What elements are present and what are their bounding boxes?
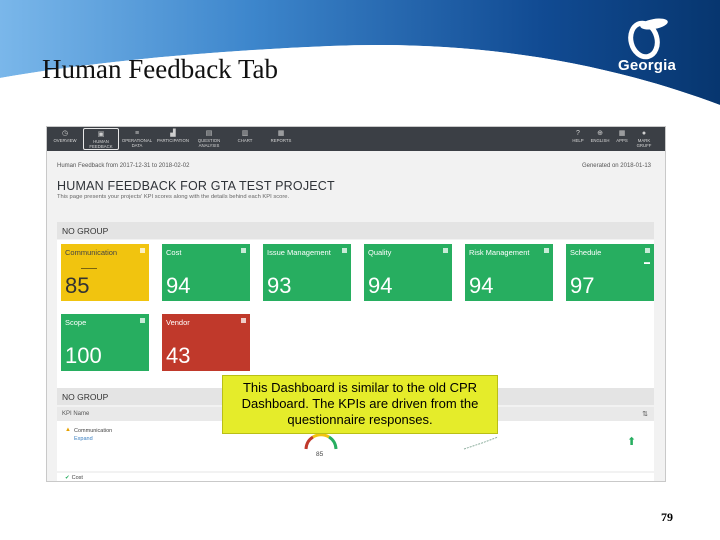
page-subtitle: This page presents your projects' KPI sc… xyxy=(57,194,290,200)
kpi-tile-quality[interactable]: Quality 94 xyxy=(364,244,452,301)
kpi-tile-issue-management[interactable]: Issue Management 93 xyxy=(263,244,351,301)
nav-human-feedback[interactable]: ▣ HUMAN FEEDBACK xyxy=(83,128,119,150)
kpi-score: 100 xyxy=(65,343,102,368)
tile-menu-icon[interactable] xyxy=(544,248,549,253)
tile-menu-icon[interactable] xyxy=(140,248,145,253)
nav-operational-data[interactable]: ≡ OPERATIONAL DATA xyxy=(119,127,155,151)
kpi-tile-scope[interactable]: Scope 100 xyxy=(61,314,149,371)
table-row: ✔ Cost xyxy=(57,473,654,481)
gauge-value: 85 xyxy=(316,451,324,458)
breadcrumb: Human Feedback from 2017-12-31 to 2018-0… xyxy=(57,163,190,169)
generated-date: Generated on 2018-01-13 xyxy=(581,163,651,169)
chart-icon: ▟ xyxy=(170,130,176,137)
trend-sparkline-icon xyxy=(463,436,499,450)
kpi-score: 94 xyxy=(368,273,393,298)
kpi-tile-schedule[interactable]: Schedule ▬ 97 xyxy=(566,244,654,301)
kpi-tile-cost[interactable]: Cost 94 xyxy=(162,244,250,301)
nav-chart[interactable]: ▥ CHART xyxy=(227,127,263,151)
callout-note: This Dashboard is similar to the old CPR… xyxy=(222,375,498,434)
clock-icon: ◷ xyxy=(61,130,69,137)
tile-menu-icon[interactable] xyxy=(645,248,650,253)
logo-wordmark: Georgia xyxy=(618,57,677,74)
nav-user[interactable]: ● MARK GRUFF xyxy=(633,127,655,151)
tile-menu-icon[interactable] xyxy=(443,248,448,253)
group-header[interactable]: NO GROUP xyxy=(57,222,654,239)
nav-overview[interactable]: ◷ OVERVIEW xyxy=(47,127,83,151)
tile-menu-icon[interactable] xyxy=(241,248,246,253)
kpi-name: Cost xyxy=(71,475,83,481)
kpi-score: 94 xyxy=(469,273,494,298)
chart-icon: ▥ xyxy=(241,130,249,137)
help-icon: ? xyxy=(576,130,580,137)
nav-participation[interactable]: ▟ PARTICIPATION xyxy=(155,127,191,151)
data-icon: ≡ xyxy=(134,130,140,137)
trend-up-arrow-icon: ⬆ xyxy=(627,436,637,448)
question-icon: ▤ xyxy=(205,130,213,137)
nav-apps[interactable]: ▦ APPS xyxy=(611,127,633,151)
kpi-score: 43 xyxy=(166,343,191,368)
nav-right-group: ? HELP ⊕ ENGLISH ▦ APPS ● MARK GRUFF xyxy=(567,127,655,151)
nav-reports[interactable]: ▦ REPORTS xyxy=(263,127,299,151)
globe-icon: ⊕ xyxy=(597,130,603,137)
page-title: HUMAN FEEDBACK FOR GTA TEST PROJECT xyxy=(57,179,335,193)
kpi-score: 94 xyxy=(166,273,191,298)
expand-link[interactable]: Expand xyxy=(74,436,93,442)
kpi-tile-grid: Communication 85 Cost 94 Issue Managemen… xyxy=(57,240,654,390)
kpi-tile-vendor[interactable]: Vendor 43 xyxy=(162,314,250,371)
kpi-score: 85 xyxy=(65,273,90,298)
kpi-score: 93 xyxy=(267,273,292,298)
nav-language[interactable]: ⊕ ENGLISH xyxy=(589,127,611,151)
apps-icon: ▦ xyxy=(618,130,626,137)
kpi-name: Communication xyxy=(74,428,113,434)
trend-line-icon xyxy=(81,268,97,269)
kpi-score: 97 xyxy=(570,273,595,298)
user-icon: ● xyxy=(641,130,647,137)
page-number: 79 xyxy=(661,510,673,524)
reports-icon: ▦ xyxy=(277,130,285,137)
kpi-tile-communication[interactable]: Communication 85 xyxy=(61,244,149,301)
tile-menu-icon[interactable] xyxy=(140,318,145,323)
nav-help[interactable]: ? HELP xyxy=(567,127,589,151)
feedback-icon: ▣ xyxy=(97,131,105,138)
sort-icon[interactable]: ⇅ xyxy=(642,410,648,418)
score-gauge-icon xyxy=(304,433,338,450)
check-icon: ✔ xyxy=(65,475,70,481)
tile-menu-icon[interactable] xyxy=(241,318,246,323)
column-header-kpi-name[interactable]: KPI Name xyxy=(62,411,89,417)
nav-question-analysis[interactable]: ▤ QUESTION ANALYSIS xyxy=(191,127,227,151)
warning-icon: ▲ xyxy=(65,427,71,433)
slide-title: Human Feedback Tab xyxy=(42,54,279,84)
comment-icon[interactable]: ▬ xyxy=(644,260,650,266)
tile-menu-icon[interactable] xyxy=(342,248,347,253)
top-nav-bar: ◷ OVERVIEW ▣ HUMAN FEEDBACK ≡ OPERATIONA… xyxy=(47,127,665,151)
kpi-tile-risk-management[interactable]: Risk Management 94 xyxy=(465,244,553,301)
